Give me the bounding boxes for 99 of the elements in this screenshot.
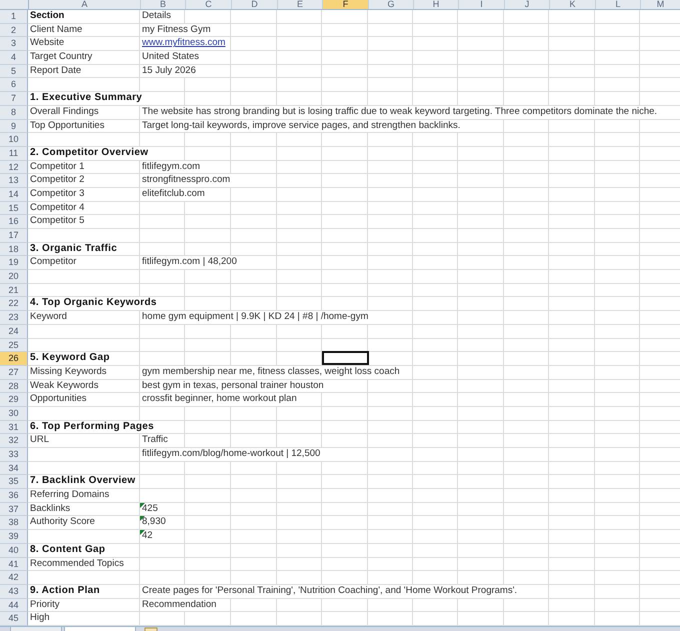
cell-text: fitlifegym.com/blog/home-workout | 12,500 [140,448,322,461]
row-header[interactable]: 17 [0,229,28,243]
row-header[interactable]: 31 [0,420,28,434]
row-header[interactable]: 43 [0,584,28,599]
row-header[interactable]: 42 [0,571,28,585]
column-header[interactable]: J [505,0,550,9]
selected-cell[interactable] [322,351,369,365]
row-header[interactable]: 21 [0,284,28,298]
row-header[interactable]: 37 [0,502,28,516]
cell-text: Keyword [28,311,69,324]
row-header[interactable]: 19 [0,256,28,270]
column-header[interactable]: H [414,0,459,9]
cell-text: Report Date [28,64,84,78]
cell-text: Recommendation [140,598,218,612]
row-header[interactable]: 32 [0,434,28,448]
cell-text: High [28,612,52,625]
row-header[interactable]: 27 [0,366,28,380]
cell-text: Priority [28,598,62,612]
cell-text: Recommended Topics [28,558,126,570]
cell-text: Target Country [28,51,94,64]
cell-text: Competitor 4 [28,202,86,214]
row-header[interactable]: 25 [0,338,28,352]
cell-text: 8. Content Gap [28,544,108,556]
cell-text: my Fitness Gym [140,24,213,36]
row-header[interactable]: 18 [0,242,28,256]
cell-text: 2. Competitor Overview [28,146,150,160]
row-header[interactable]: 9 [0,120,28,134]
row-header[interactable]: 15 [0,202,28,216]
cell-text: gym membership near me, fitness classes, weight loss coach [140,366,402,379]
row-header[interactable]: 33 [0,448,28,462]
cell-text: Missing Keywords [28,366,109,379]
cell-text: Competitor 3 [28,188,86,201]
cell-text: home gym equipment | 9.9K | KD 24 | #8 | /home-gym [140,311,370,324]
row-header[interactable]: 40 [0,544,28,558]
cell-text: strongfitnesspro.com [140,174,232,187]
cell-text: 4. Top Organic Keywords [28,297,159,310]
row-header[interactable]: 1 [0,10,28,24]
row-header[interactable]: 28 [0,380,28,394]
cell-text: Overall Findings [28,106,101,118]
cell-text: Referring Domains [28,489,112,502]
row-header[interactable]: 30 [0,406,28,421]
column-header[interactable]: M [641,0,680,9]
row-header[interactable]: 12 [0,160,28,174]
row-header[interactable]: 26 [0,352,28,366]
cell-text: 15 July 2026 [140,64,198,78]
row-header[interactable]: 23 [0,311,28,325]
row-header[interactable]: 35 [0,475,28,490]
cell-text: elitefitclub.com [140,188,207,201]
row-header[interactable]: 22 [0,297,28,312]
cell-text: best gym in texas, personal trainer houston [140,380,326,392]
column-header[interactable]: K [550,0,596,9]
cell-text: Competitor 5 [28,215,86,228]
row-header[interactable]: 11 [0,146,28,161]
row-header[interactable]: 4 [0,51,28,65]
cell-text: crossfit beginner, home workout plan [140,393,299,406]
column-header[interactable]: G [369,0,414,9]
row-header[interactable]: 5 [0,64,28,78]
row-header[interactable]: 24 [0,324,28,338]
row-header[interactable]: 45 [0,612,28,626]
cell-text: fitlifegym.com | 48,200 [140,256,239,270]
row-header[interactable]: 14 [0,188,28,202]
row-header[interactable]: 41 [0,558,28,572]
cell-text: 3. Organic Traffic [28,242,120,256]
cell-text: Weak Keywords [28,380,100,392]
cell-text: 5. Keyword Gap [28,352,112,365]
cell-link[interactable]: www.myfitness.com [140,37,228,50]
row-header[interactable]: 13 [0,174,28,188]
cell-text: 6. Top Performing Pages [28,420,156,434]
cell-text: 1. Executive Summary [28,92,144,105]
cell-text: Competitor 2 [28,174,86,187]
row-header[interactable]: 39 [0,530,28,544]
column-header[interactable]: D [232,0,278,9]
cell-text: Target long-tail keywords, improve service pages, and strengthen backlinks. [140,120,462,132]
cell-text: United States [140,51,202,64]
row-header[interactable]: 16 [0,215,28,229]
row-header[interactable]: 20 [0,270,28,284]
row-header[interactable]: 3 [0,37,28,52]
column-header[interactable]: A [29,0,141,9]
row-header[interactable]: 8 [0,106,28,120]
row-header[interactable]: 36 [0,489,28,503]
column-header[interactable]: C [186,0,232,9]
row-header[interactable]: 34 [0,462,28,476]
row-header[interactable]: 2 [0,24,28,38]
column-header[interactable]: B [141,0,186,9]
cell-text: Opportunities [28,393,89,406]
cell-text: Competitor 1 [28,160,86,174]
cell-text: Create pages for 'Personal Training', 'Nutrition Coaching', and 'Home Workout Programs'. [140,584,520,598]
row-header[interactable]: 29 [0,393,28,407]
cell-text: Top Opportunities [28,120,106,132]
column-header[interactable]: I [459,0,505,9]
cell-text: fitlifegym.com [140,160,202,174]
cell-text: The website has strong branding but is losing traffic due to weak keyword targeting. Three competitors dominate the niche. [140,106,660,118]
row-header[interactable]: 6 [0,78,28,92]
column-header[interactable]: F [323,0,369,9]
row-header[interactable]: 38 [0,516,28,530]
column-header[interactable]: L [596,0,641,9]
row-header[interactable]: 10 [0,133,28,147]
row-header[interactable]: 44 [0,598,28,612]
row-header[interactable]: 7 [0,92,28,106]
